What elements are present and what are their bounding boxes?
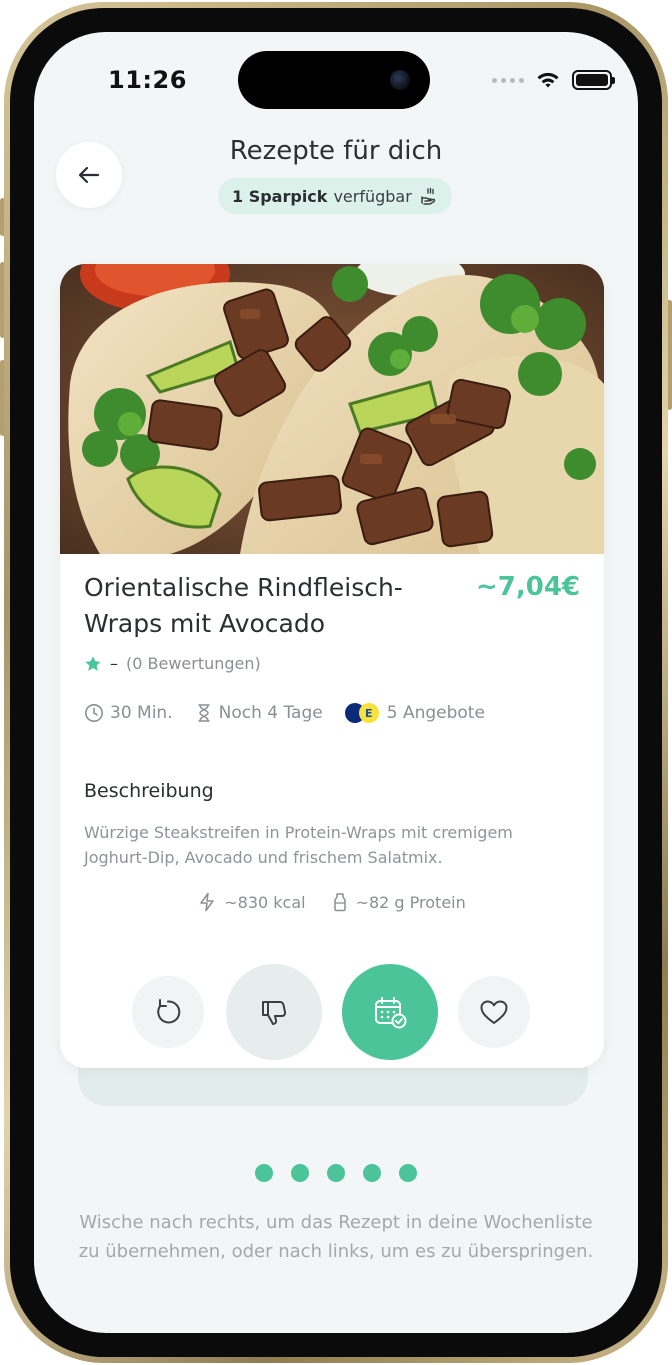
recipe-meta: 30 Min. Noch 4 Tage E 5 Angebote <box>84 702 507 724</box>
hand-coin-icon <box>421 187 436 205</box>
remaining-item: Noch 4 Tage <box>195 703 323 723</box>
app-screen: 11:26 Rezepte für dich 1 Sparpick verfüg… <box>34 32 638 1333</box>
recipe-title: Orientalische Rindfleisch-Wraps mit Avoc… <box>84 573 403 638</box>
pagination-dot <box>291 1164 309 1182</box>
pagination-dot <box>363 1164 381 1182</box>
rating-value: – <box>110 654 118 673</box>
hourglass-icon <box>197 704 210 722</box>
store-logos: E <box>344 702 381 724</box>
offers-text: 5 Angebote <box>386 703 485 723</box>
calories-text: ~830 kcal <box>224 892 306 912</box>
star-icon <box>85 655 101 671</box>
undo-button[interactable] <box>132 976 204 1048</box>
camera-icon <box>390 70 410 90</box>
calendar-check-icon <box>375 997 407 1029</box>
rating-row[interactable]: – (0 Bewertungen) <box>84 654 261 673</box>
favorite-button[interactable] <box>458 976 530 1048</box>
add-to-plan-button[interactable] <box>342 964 438 1060</box>
dislike-button[interactable] <box>226 964 322 1060</box>
sparpick-count: 1 Sparpick <box>232 186 328 206</box>
action-bar <box>60 964 604 1060</box>
recipe-card[interactable]: Orientalische Rindfleisch-Wraps mit Avoc… <box>60 264 604 1068</box>
sparpick-label: verfügbar <box>333 186 412 206</box>
thumbs-down-icon <box>262 1001 287 1025</box>
description-heading: Beschreibung <box>84 780 214 802</box>
edeka-logo: E <box>358 703 379 723</box>
protein-text: ~82 g Protein <box>355 892 466 912</box>
recipe-image <box>60 264 604 554</box>
heart-icon <box>480 1000 508 1024</box>
recipe-price: ~7,04€ <box>475 572 580 602</box>
nutrition-row: ~830 kcal ~82 g Protein <box>60 892 604 912</box>
dynamic-island <box>238 51 430 109</box>
sparpick-badge[interactable]: 1 Sparpick verfügbar <box>218 178 452 214</box>
cellular-signal-icon <box>492 77 524 83</box>
pagination-dot <box>327 1164 345 1182</box>
pagination-dot <box>255 1164 273 1182</box>
page-title: Rezepte für dich <box>229 136 443 166</box>
status-icons <box>492 70 615 90</box>
description-text: Würzige Steakstreifen in Protein-Wraps m… <box>84 823 513 867</box>
wrap-photo-illustration <box>60 264 604 554</box>
phone-bezel: 11:26 Rezepte für dich 1 Sparpick verfüg… <box>10 8 662 1357</box>
clock-icon <box>85 704 103 722</box>
rating-count: (0 Bewertungen) <box>126 654 261 673</box>
status-time: 11:26 <box>108 66 187 94</box>
duration-item: 30 Min. <box>84 703 173 723</box>
pagination-dots <box>34 1164 638 1182</box>
lightning-icon <box>200 892 214 912</box>
protein-item: ~82 g Protein <box>332 892 466 912</box>
swipe-hint: Wische nach rechts, um das Rezept in dei… <box>78 1212 594 1262</box>
duration-text: 30 Min. <box>110 703 173 723</box>
offers-item[interactable]: E 5 Angebote <box>344 702 485 724</box>
battery-icon <box>572 70 615 90</box>
calories-item: ~830 kcal <box>198 892 306 912</box>
pagination-dot <box>399 1164 417 1182</box>
protein-bottle-icon <box>333 893 346 912</box>
rotate-ccw-icon <box>157 999 181 1024</box>
remaining-text: Noch 4 Tage <box>218 703 323 723</box>
phone-frame: 11:26 Rezepte für dich 1 Sparpick verfüg… <box>4 2 668 1363</box>
wifi-icon <box>537 72 559 88</box>
